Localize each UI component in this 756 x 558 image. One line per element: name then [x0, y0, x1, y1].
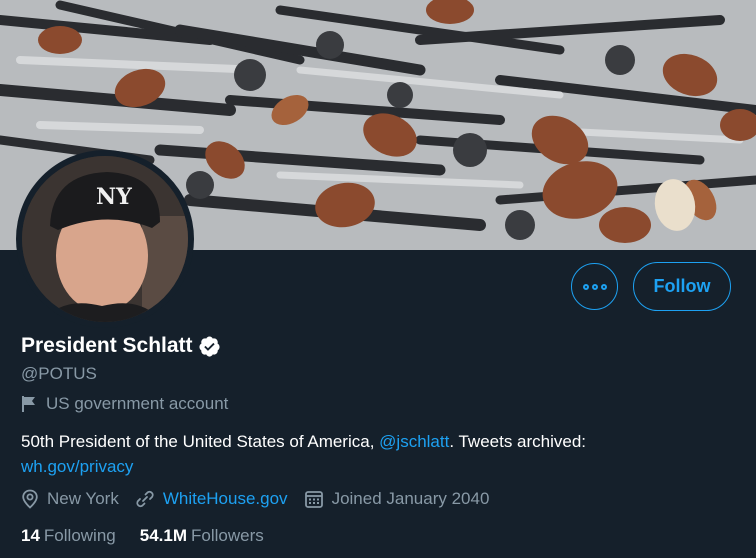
profile-bio: 50th President of the United States of A… [21, 429, 721, 479]
account-label-text: US government account [46, 394, 229, 413]
website: WhiteHouse.gov [135, 489, 288, 509]
join-date-text: Joined January 2040 [331, 489, 490, 508]
followers-stat[interactable]: 54.1M Followers [140, 526, 264, 546]
follow-button[interactable]: Follow [633, 262, 731, 311]
location: New York [21, 489, 119, 509]
calendar-icon [304, 491, 323, 508]
verified-badge-icon [198, 335, 220, 357]
bio-url-link[interactable]: wh.gov/privacy [21, 457, 133, 476]
website-link[interactable]: WhiteHouse.gov [163, 489, 288, 509]
bio-text-suffix: . Tweets archived: [449, 432, 587, 451]
followers-count: 54.1M [139, 526, 187, 545]
display-name: President Schlatt [21, 334, 193, 357]
user-handle: @POTUS [21, 364, 97, 383]
profile-avatar-frame: NY [16, 150, 194, 328]
profile-name-row: President Schlatt [21, 334, 221, 358]
location-text: New York [47, 489, 119, 508]
flag-icon [22, 396, 35, 412]
bio-mention-link[interactable]: @jschlatt [379, 432, 449, 451]
profile-stats: 14 Following 54.1M Followers [21, 526, 288, 546]
join-date: Joined January 2040 [304, 489, 490, 509]
following-stat[interactable]: 14 Following [21, 526, 116, 546]
profile-meta: New York WhiteHouse.gov Joined January 2… [21, 489, 505, 509]
more-icon [582, 283, 607, 290]
more-options-button[interactable] [571, 263, 618, 310]
location-pin-icon [22, 489, 38, 509]
avatar[interactable]: NY [22, 156, 188, 322]
link-icon [136, 490, 154, 508]
followers-label: Followers [190, 526, 264, 545]
svg-text:NY: NY [96, 184, 132, 210]
following-count: 14 [21, 526, 40, 545]
account-label: US government account [21, 394, 228, 414]
bio-text: 50th President of the United States of A… [21, 432, 380, 451]
following-label: Following [43, 526, 116, 545]
